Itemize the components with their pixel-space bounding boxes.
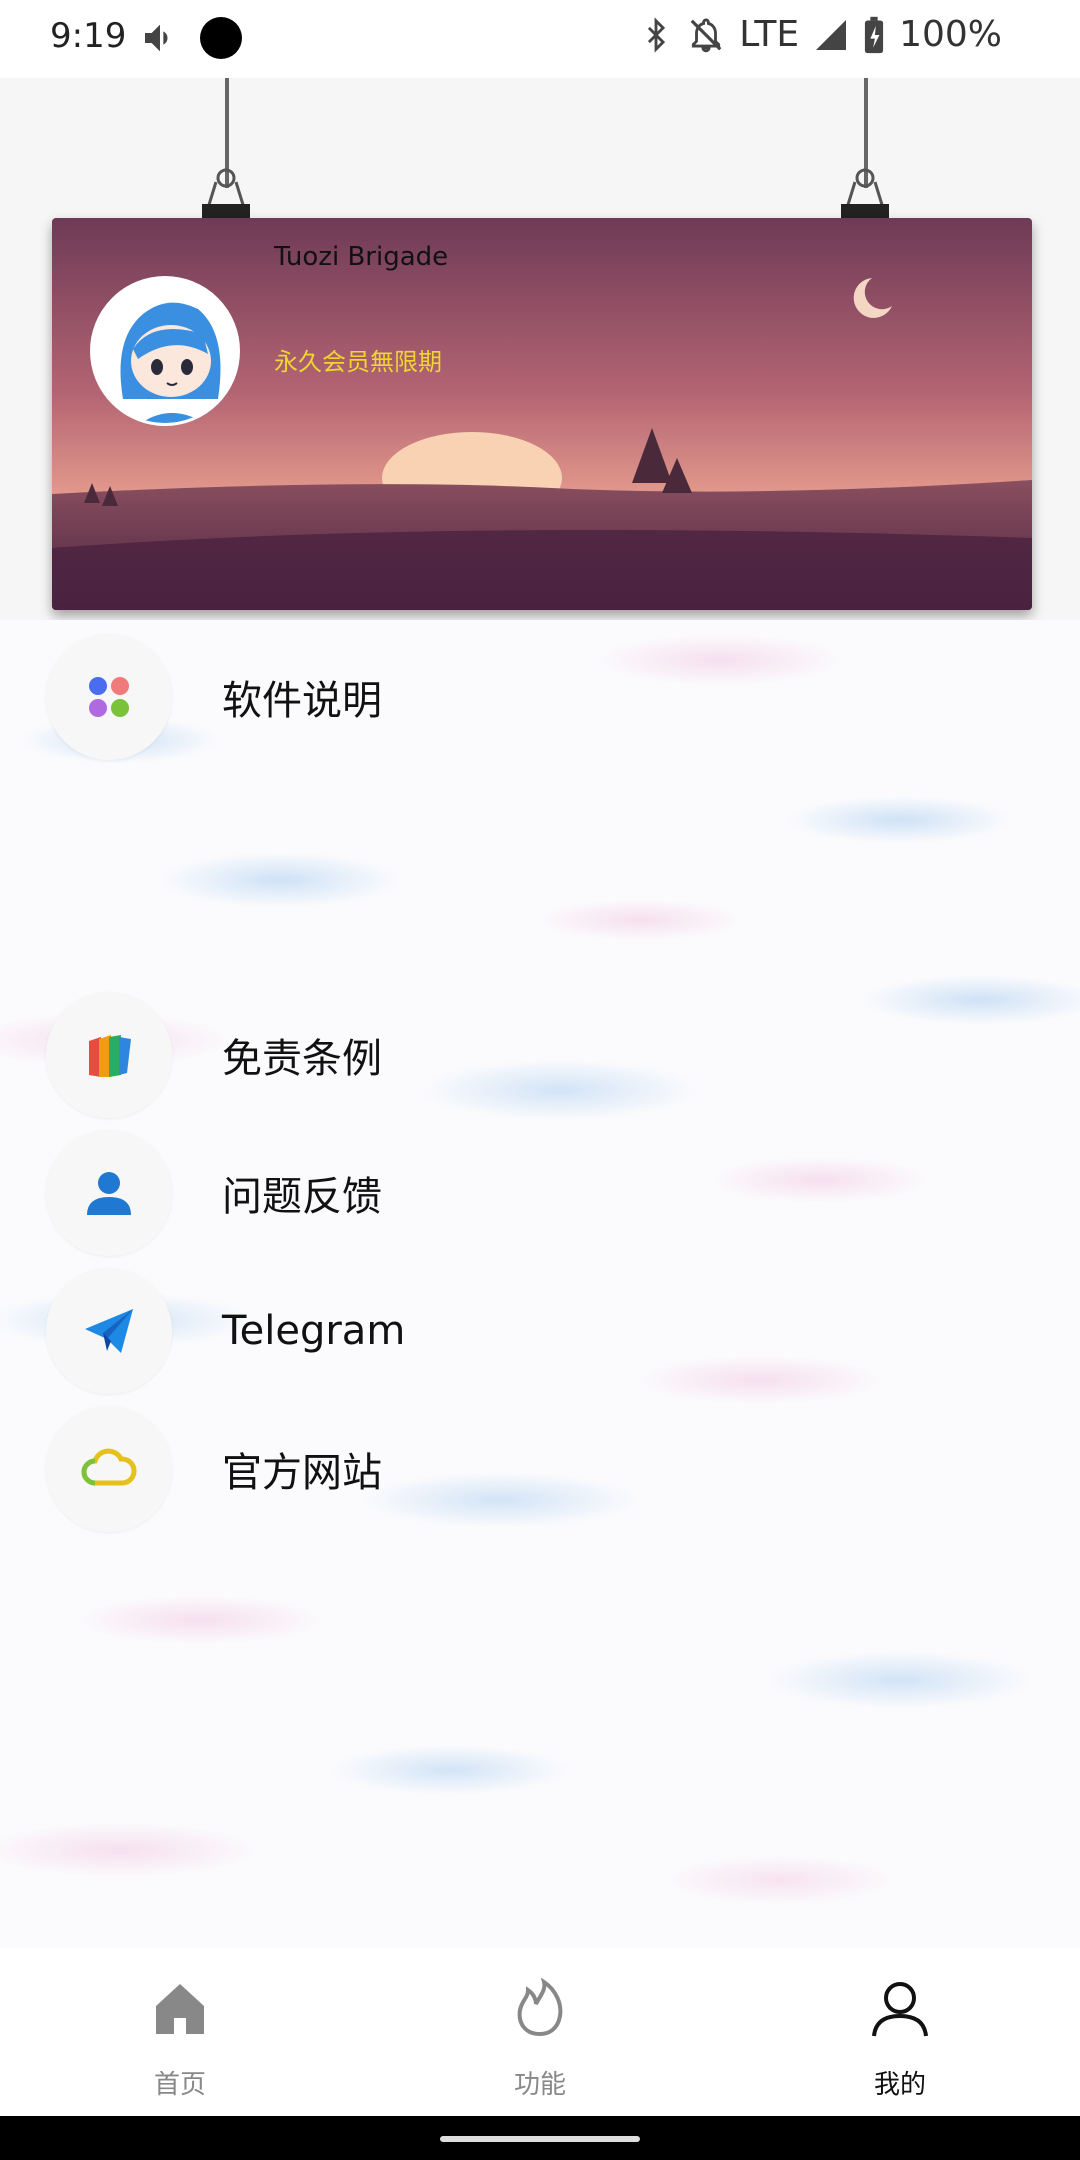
nav-features-label: 功能 [513, 2070, 566, 2100]
menu-item-website[interactable]: 官方网站 [0, 1404, 1080, 1534]
profile-banner: Tuozi Brigade 永久会员無限期 [52, 218, 1032, 610]
menu-item-feedback[interactable]: 问题反馈 [0, 1128, 1080, 1258]
network-type: LTE [739, 14, 800, 55]
membership-status: 永久会员無限期 [274, 348, 442, 376]
nav-features[interactable]: 功能 [360, 1948, 720, 2116]
system-navigation-bar [0, 2116, 1080, 2160]
battery-icon [863, 15, 885, 55]
notifications-off-icon [687, 15, 725, 55]
bluetooth-icon [639, 15, 673, 55]
dots-icon [46, 634, 172, 760]
cloud-icon [46, 1406, 172, 1532]
flame-icon [517, 1978, 563, 2037]
avatar[interactable] [90, 276, 240, 426]
nav-home-label: 首页 [153, 2070, 206, 2100]
battery-level: 100% [899, 14, 1002, 55]
menu-label: 问题反馈 [222, 1174, 382, 1220]
status-indicators: LTE 100% [639, 14, 1002, 55]
bottom-navigation: 首页 功能 我的 [0, 1948, 1080, 2116]
nav-profile[interactable]: 我的 [720, 1948, 1080, 2116]
signal-icon [813, 17, 849, 53]
home-icon [156, 1984, 204, 2034]
paper-plane-icon [46, 1268, 172, 1394]
menu-label: 官方网站 [222, 1450, 382, 1496]
menu-label: 免责条例 [222, 1036, 382, 1082]
menu-item-software-info[interactable]: 软件说明 [0, 632, 1080, 762]
status-time: 9:19 [50, 16, 127, 56]
book-icon [46, 992, 172, 1118]
profile-icon [872, 1982, 928, 2037]
menu-item-telegram[interactable]: Telegram [0, 1266, 1080, 1396]
home-gesture-handle[interactable] [440, 2136, 640, 2142]
nav-profile-label: 我的 [873, 2070, 926, 2100]
nav-home[interactable]: 首页 [0, 1948, 360, 2116]
camera-cutout [200, 17, 242, 59]
menu-label: Telegram [222, 1308, 406, 1354]
menu-item-disclaimer[interactable]: 免责条例 [0, 990, 1080, 1120]
menu-label: 软件说明 [222, 678, 382, 724]
status-bar: 9:19 LTE 100% [0, 0, 1080, 78]
volume-icon [140, 18, 180, 58]
person-icon [46, 1130, 172, 1256]
user-name: Tuozi Brigade [274, 242, 449, 272]
